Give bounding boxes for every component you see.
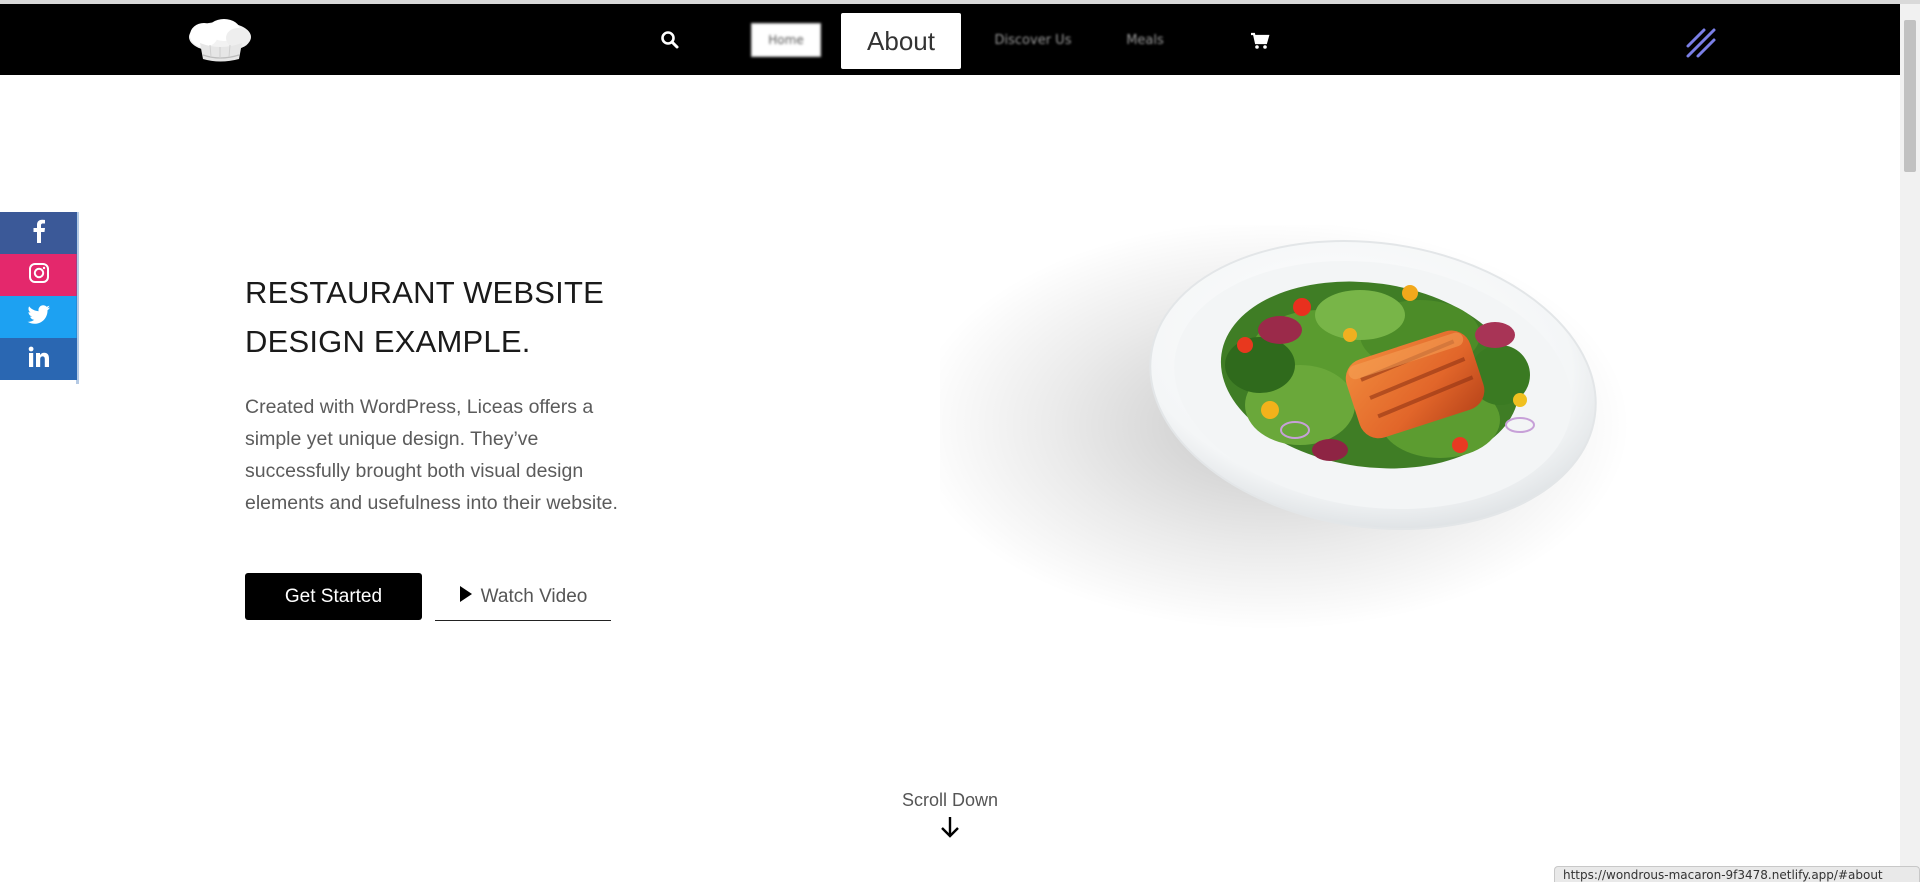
status-bar-url: https://wondrous-macaron-9f3478.netlify.… — [1554, 866, 1920, 882]
nav-item-discover-us[interactable]: Discover Us — [978, 32, 1088, 50]
twitter-link[interactable] — [0, 296, 77, 338]
search-icon[interactable] — [660, 30, 680, 50]
instagram-icon — [28, 262, 50, 288]
watch-video-label: Watch Video — [480, 585, 588, 607]
linkedin-icon — [28, 346, 50, 372]
chef-hat-logo-icon[interactable] — [186, 17, 254, 65]
linkedin-link[interactable] — [0, 338, 77, 380]
facebook-icon — [32, 219, 46, 247]
scroll-down-label: Scroll Down — [901, 790, 999, 810]
menu-slashes-icon[interactable] — [1684, 26, 1718, 60]
page-scrollbar-thumb[interactable] — [1904, 20, 1916, 172]
get-started-button[interactable]: Get Started — [245, 573, 422, 620]
cart-icon[interactable] — [1250, 32, 1270, 50]
nav-item-about[interactable]: About — [841, 13, 961, 69]
hero-description: Created with WordPress, Liceas offers a … — [245, 396, 618, 514]
nav-item-meals[interactable]: Meals — [1110, 32, 1180, 50]
hero-title: RESTAURANT WEBSITE DESIGN EXAMPLE. — [245, 268, 705, 366]
facebook-link[interactable] — [0, 212, 77, 254]
twitter-icon — [27, 305, 51, 329]
watch-video-button[interactable]: Watch Video — [435, 573, 611, 621]
social-sidebar-edge — [76, 212, 79, 384]
top-navbar: Home About Discover Us Meals — [0, 4, 1900, 75]
hero-title-line-2: DESIGN EXAMPLE. — [245, 324, 531, 359]
hero-title-line-1: RESTAURANT WEBSITE — [245, 275, 604, 310]
social-sidebar — [0, 212, 79, 384]
scroll-down-link[interactable]: Scroll Down — [880, 790, 1020, 839]
instagram-link[interactable] — [0, 254, 77, 296]
arrow-down-icon — [939, 815, 961, 839]
nav-item-home[interactable]: Home — [751, 23, 821, 57]
play-icon — [459, 585, 473, 609]
salmon-salad-plate-image — [910, 220, 1720, 685]
